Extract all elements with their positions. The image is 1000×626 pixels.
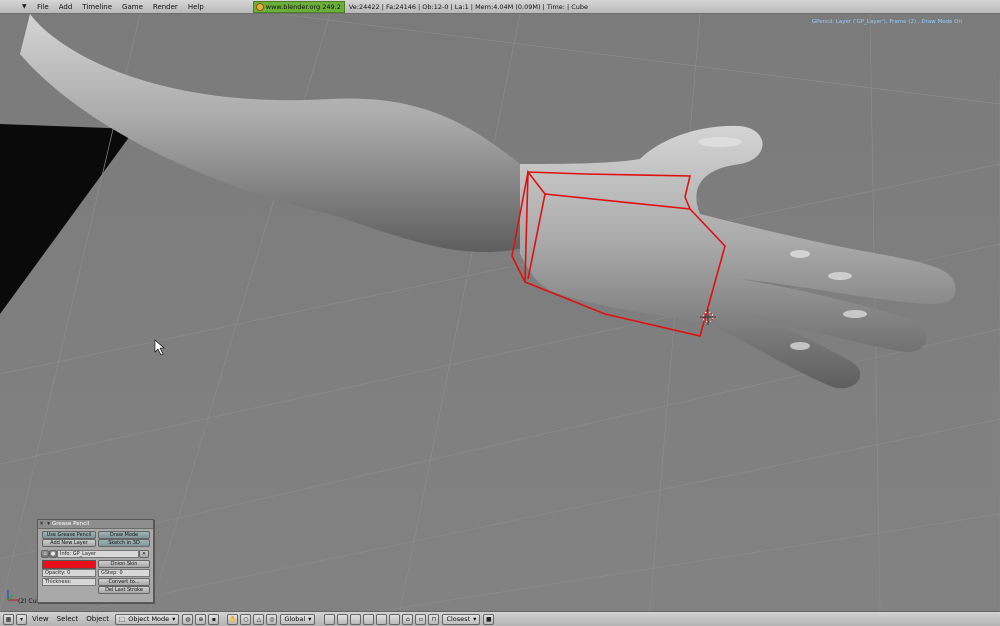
- rotate-manipulator-icon[interactable]: ○: [240, 613, 252, 625]
- scene-stats: Ve:24422 | Fa:24146 | Ob:12-0 | La:1 | M…: [348, 2, 589, 11]
- add-new-layer-button[interactable]: Add New Layer: [42, 539, 96, 547]
- snap-mode-select[interactable]: Closest ▾: [442, 613, 481, 625]
- pivot-icon[interactable]: ⊕: [195, 613, 207, 625]
- url-text: www.blender.org 249.2: [265, 2, 341, 11]
- lock-icon[interactable]: ⌂: [402, 613, 414, 625]
- collapse-icon[interactable]: ▾: [45, 521, 52, 527]
- chevron-down-icon: ▾: [308, 615, 312, 623]
- top-menu-bar: ▼ File Add Timeline Game Render Help www…: [0, 0, 1000, 14]
- thickness-slider[interactable]: Thickness:: [42, 578, 96, 586]
- layer-info-field[interactable]: Info: GP_Layer: [57, 550, 139, 558]
- layer-4-icon[interactable]: [363, 613, 375, 625]
- layer-6-icon[interactable]: [389, 613, 401, 625]
- orientation-select[interactable]: Global ▾: [280, 613, 316, 625]
- hand-manipulator-icon[interactable]: ✋: [227, 613, 239, 625]
- onion-skin-toggle[interactable]: Onion Skin: [98, 560, 150, 568]
- menu-view[interactable]: View: [28, 615, 53, 623]
- snap-mode-label: Closest: [446, 615, 471, 623]
- menu-select[interactable]: Select: [53, 615, 83, 623]
- layer-5-icon[interactable]: [376, 613, 388, 625]
- shading-icon[interactable]: ◍: [182, 613, 194, 625]
- opacity-slider[interactable]: Opacity: 0: [42, 569, 96, 577]
- eye-icon[interactable]: ●: [49, 550, 57, 558]
- header-collapse-icon[interactable]: ▾: [16, 613, 27, 625]
- blender-url-badge[interactable]: www.blender.org 249.2: [252, 0, 345, 13]
- orientation-label: Global: [284, 615, 306, 623]
- translate-manipulator-icon[interactable]: ◎: [266, 613, 278, 625]
- editor-type-icon[interactable]: ▦: [3, 613, 14, 625]
- menu-game[interactable]: Game: [117, 3, 148, 11]
- sketch-in-3d-toggle[interactable]: Sketch in 3D: [98, 539, 150, 547]
- camera-icon[interactable]: ▫: [415, 613, 427, 625]
- delete-layer-icon[interactable]: ✕: [139, 550, 149, 558]
- gp-panel-header[interactable]: ✕ ▾ Grease Pencil: [38, 520, 153, 529]
- gp-panel-title: Grease Pencil: [52, 521, 90, 527]
- mode-icon: ⬚: [119, 615, 126, 623]
- snap-icon[interactable]: ⊓: [428, 613, 440, 625]
- gpencil-info-text: GPencil: Layer ('GP_Layer'), Frame (2) ,…: [811, 19, 962, 25]
- mode-label: Object Mode: [128, 615, 170, 623]
- menu-file[interactable]: File: [32, 3, 54, 11]
- use-grease-pencil-toggle[interactable]: Use Grease Pencil: [42, 531, 96, 539]
- chevron-down-icon: ▾: [172, 615, 176, 623]
- chevron-down-icon: ▾: [473, 615, 477, 623]
- blender-logo-icon: [255, 2, 264, 11]
- viewport-header: ▦ ▾ View Select Object ⬚ Object Mode ▾ ◍…: [0, 611, 1000, 626]
- menu-timeline[interactable]: Timeline: [77, 3, 117, 11]
- render-icon[interactable]: ■: [483, 613, 495, 625]
- close-icon[interactable]: ✕: [38, 521, 45, 527]
- convert-to-button[interactable]: Convert to...: [98, 578, 150, 586]
- menu-add[interactable]: Add: [54, 3, 78, 11]
- draw-mode-toggle[interactable]: Draw Mode: [98, 531, 150, 539]
- lock-icon[interactable]: ⌂: [41, 550, 49, 558]
- layer-1-icon[interactable]: [324, 613, 336, 625]
- gstep-field[interactable]: GStep: 0: [98, 569, 150, 577]
- menu-object[interactable]: Object: [82, 615, 113, 623]
- menu-collapse-icon[interactable]: ▼: [22, 3, 32, 10]
- del-last-stroke-button[interactable]: Del Last Stroke: [98, 586, 150, 594]
- menu-render[interactable]: Render: [148, 3, 183, 11]
- layer-2-icon[interactable]: [337, 613, 349, 625]
- mode-select[interactable]: ⬚ Object Mode ▾: [115, 613, 180, 625]
- layer-3-icon[interactable]: [350, 613, 362, 625]
- menu-help[interactable]: Help: [183, 3, 209, 11]
- stroke-color-swatch[interactable]: [42, 560, 96, 569]
- pivot-options-icon[interactable]: ▪: [208, 613, 220, 625]
- scale-manipulator-icon[interactable]: △: [253, 613, 265, 625]
- grease-pencil-panel: ✕ ▾ Grease Pencil Use Grease Pencil Draw…: [37, 519, 154, 603]
